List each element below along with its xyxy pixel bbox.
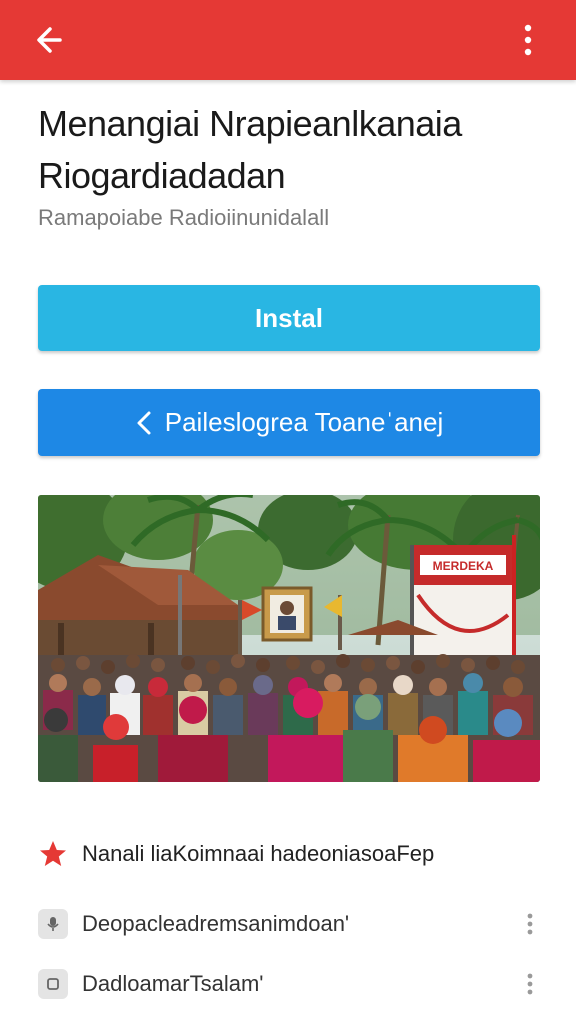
app-bar xyxy=(0,0,576,80)
list-item[interactable]: DadloamarTsalam' xyxy=(38,962,540,1006)
more-vert-icon xyxy=(524,24,532,56)
more-vert-icon[interactable] xyxy=(520,909,540,939)
more-options-button[interactable] xyxy=(512,20,544,60)
page-title: Menangiai Nrapieanlkanaia Riogardiadadan xyxy=(38,103,462,196)
list-item-label: DadloamarTsalam' xyxy=(82,971,264,996)
back-button[interactable] xyxy=(30,20,70,60)
install-button-label: Instal xyxy=(255,302,323,333)
microphone-icon xyxy=(38,909,68,939)
install-button[interactable]: Instal xyxy=(38,285,540,351)
secondary-action-button[interactable]: Paileslogrea Toaneˈanej xyxy=(38,389,540,456)
hero-image: MERDEKA xyxy=(38,495,540,782)
square-icon xyxy=(38,969,68,999)
star-icon xyxy=(38,839,68,869)
chevron-left-icon xyxy=(135,410,153,436)
list-item[interactable]: Deopacleadremsanimdoan' xyxy=(38,902,540,946)
secondary-action-label: Paileslogrea Toaneˈanej xyxy=(164,407,444,437)
more-vert-icon[interactable] xyxy=(520,969,540,999)
page-subtitle: Ramapoiabe Radioiinunidalall xyxy=(38,205,330,230)
arrow-left-icon xyxy=(37,27,62,53)
feature-row: Nanali liaKoimnaai hadeoniasoaFep xyxy=(38,830,540,878)
banner-text: MERDEKA xyxy=(433,559,494,573)
list-item-label: Deopacleadremsanimdoan' xyxy=(82,911,350,936)
feature-text: Nanali liaKoimnaai hadeoniasoaFep xyxy=(82,841,435,866)
